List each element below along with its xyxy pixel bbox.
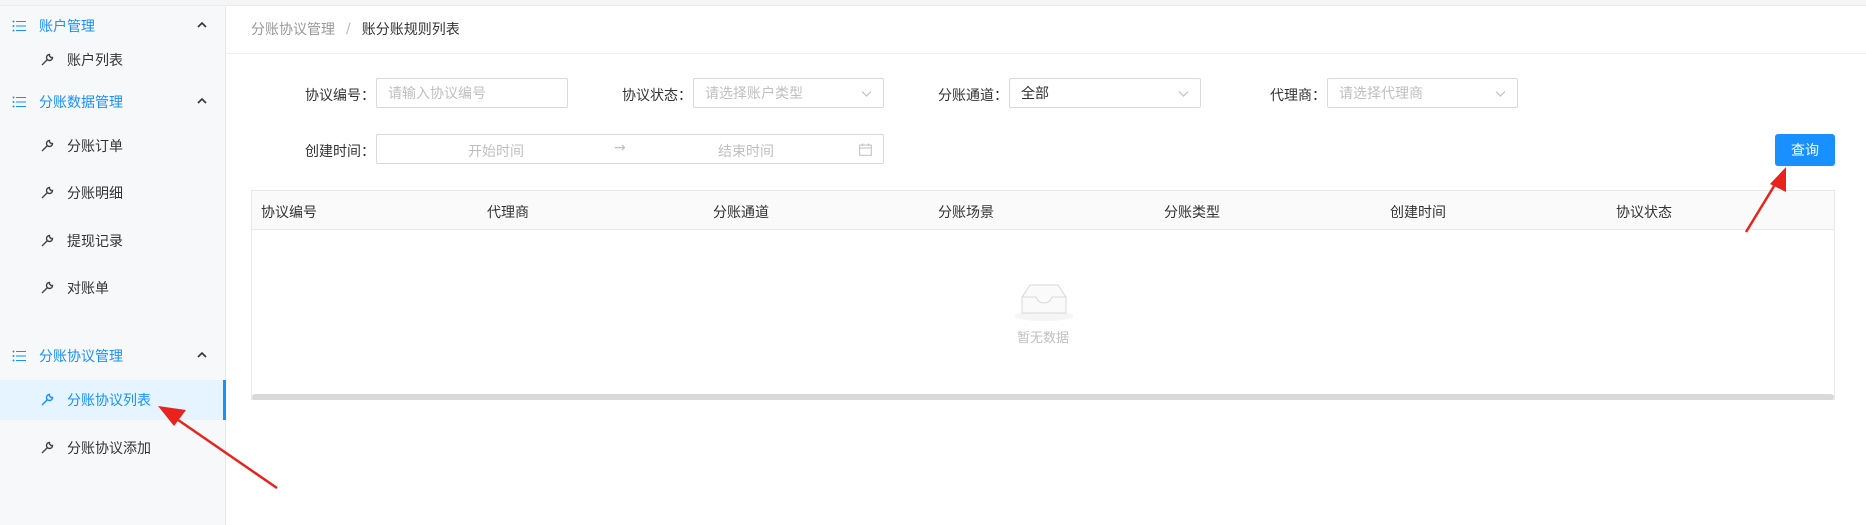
- sidebar-item-statements[interactable]: 对账单: [0, 268, 226, 308]
- end-time-input[interactable]: 结束时间: [718, 141, 774, 161]
- agreement-status-placeholder: 请选择账户类型: [705, 86, 803, 102]
- range-arrow: →: [614, 140, 626, 156]
- agent-placeholder: 请选择代理商: [1339, 86, 1423, 102]
- sidebar-item-label: 分账订单: [67, 139, 123, 155]
- wrench-icon: [41, 139, 54, 152]
- agreement-no-placeholder: 请输入协议编号: [388, 86, 486, 102]
- start-time-input[interactable]: 开始时间: [468, 141, 524, 161]
- chevron-down-icon: [861, 91, 872, 97]
- sidebar-item-label: 分账协议添加: [67, 441, 151, 457]
- column-header: 分账场景: [938, 205, 994, 221]
- agreement-no-input[interactable]: 请输入协议编号: [376, 78, 568, 108]
- empty-inbox-icon: [1015, 284, 1073, 321]
- sidebar-item-label: 分账协议列表: [67, 393, 151, 409]
- wrench-icon: [41, 234, 54, 247]
- list-icon: [12, 20, 26, 32]
- sidebar-item-split-orders[interactable]: 分账订单: [0, 126, 226, 166]
- breadcrumb-separator: /: [346, 21, 351, 37]
- column-header: 协议状态: [1616, 205, 1672, 221]
- created-time-range[interactable]: 开始时间 → 结束时间: [376, 134, 884, 164]
- sidebar: 账户管理 账户列表 分账数据管理 分账订单 分账明细 提现记录 对账单 分账协议…: [0, 6, 226, 525]
- sidebar-item-label: 对账单: [67, 281, 109, 297]
- wrench-icon: [41, 393, 54, 406]
- caret-up-icon: [197, 97, 207, 104]
- sidebar-item-label: 分账明细: [67, 186, 123, 202]
- calendar-icon: [859, 143, 872, 156]
- chevron-down-icon: [1495, 91, 1506, 97]
- channel-select[interactable]: 全部: [1009, 78, 1201, 108]
- agreement-no-label: 协议编号：: [305, 88, 375, 104]
- top-border: [0, 0, 1866, 6]
- sidebar-item-label: 账户列表: [67, 53, 123, 69]
- menu-group-label: 账户管理: [39, 19, 95, 35]
- wrench-icon: [41, 281, 54, 294]
- breadcrumb: 分账协议管理 / 账分账规则列表: [251, 19, 460, 39]
- header-divider: [226, 53, 1866, 54]
- column-header: 分账类型: [1164, 205, 1220, 221]
- column-header: 分账通道: [713, 205, 769, 221]
- wrench-icon: [41, 53, 54, 66]
- column-header: 协议编号: [261, 205, 317, 221]
- query-button[interactable]: 查询: [1775, 134, 1835, 166]
- chevron-down-icon: [1178, 91, 1189, 97]
- channel-label: 分账通道：: [938, 88, 1008, 104]
- breadcrumb-parent[interactable]: 分账协议管理: [251, 19, 335, 39]
- agreement-table: 协议编号 代理商 分账通道 分账场景 分账类型 创建时间 协议状态 暂无数据: [251, 190, 1835, 400]
- agent-label: 代理商：: [1270, 88, 1326, 104]
- horizontal-scrollbar[interactable]: [252, 394, 1834, 400]
- sidebar-item-account-list[interactable]: 账户列表: [0, 40, 226, 80]
- channel-value: 全部: [1021, 86, 1049, 102]
- sidebar-item-withdraw-records[interactable]: 提现记录: [0, 221, 226, 261]
- sidebar-item-agreement-add[interactable]: 分账协议添加: [0, 428, 226, 468]
- column-header: 创建时间: [1390, 205, 1446, 221]
- menu-group-label: 分账数据管理: [39, 95, 123, 111]
- created-time-label: 创建时间：: [305, 144, 375, 160]
- wrench-icon: [41, 441, 54, 454]
- caret-up-icon: [197, 351, 207, 358]
- column-header: 代理商: [487, 205, 529, 221]
- menu-group-split-agreement[interactable]: 分账协议管理: [0, 336, 226, 376]
- menu-group-label: 分账协议管理: [39, 349, 123, 365]
- empty-text: 暂无数据: [1016, 331, 1069, 346]
- breadcrumb-current: 账分账规则列表: [361, 22, 460, 38]
- sidebar-item-split-details[interactable]: 分账明细: [0, 173, 226, 213]
- list-icon: [12, 96, 26, 108]
- wrench-icon: [41, 186, 54, 199]
- table-header: 协议编号 代理商 分账通道 分账场景 分账类型 创建时间 协议状态: [252, 191, 1834, 230]
- menu-group-split-data[interactable]: 分账数据管理: [0, 82, 226, 122]
- agent-select[interactable]: 请选择代理商: [1327, 78, 1518, 108]
- agreement-status-label: 协议状态：: [622, 88, 692, 104]
- sidebar-item-label: 提现记录: [67, 234, 123, 250]
- caret-up-icon: [197, 21, 207, 28]
- sidebar-item-agreement-list[interactable]: 分账协议列表: [0, 380, 226, 420]
- list-icon: [12, 350, 26, 362]
- agreement-status-select[interactable]: 请选择账户类型: [693, 78, 884, 108]
